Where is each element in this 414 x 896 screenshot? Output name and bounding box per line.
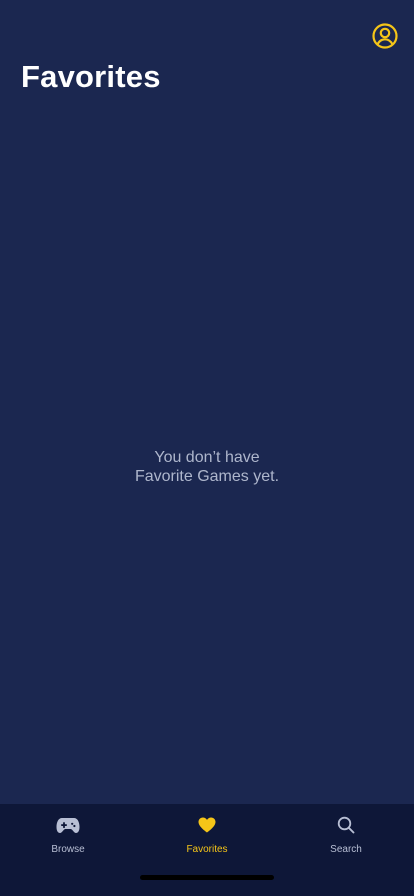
gamepad-icon (56, 814, 80, 836)
empty-state-line-1: You don’t have (154, 449, 260, 466)
tab-bar: Browse Favorites Search (0, 804, 414, 896)
empty-state-line-2: Favorite Games yet. (134, 468, 280, 485)
tab-favorites-label: Favorites (186, 844, 228, 855)
tab-browse-label: Browse (51, 844, 85, 855)
person-circle-icon (372, 23, 398, 49)
page-title: Favorites (21, 59, 161, 94)
empty-state-message: You don’t have Favorite Games yet. (0, 448, 414, 486)
favorites-screen: Favorites You don’t have Favorite Games … (0, 0, 414, 896)
profile-button[interactable] (372, 23, 398, 49)
tab-browse[interactable]: Browse (8, 814, 128, 860)
tab-favorites[interactable]: Favorites (147, 814, 267, 860)
tab-search[interactable]: Search (286, 814, 406, 860)
tab-search-label: Search (330, 844, 362, 855)
home-indicator[interactable] (140, 875, 274, 880)
heart-icon (198, 814, 216, 836)
search-icon (337, 814, 355, 836)
